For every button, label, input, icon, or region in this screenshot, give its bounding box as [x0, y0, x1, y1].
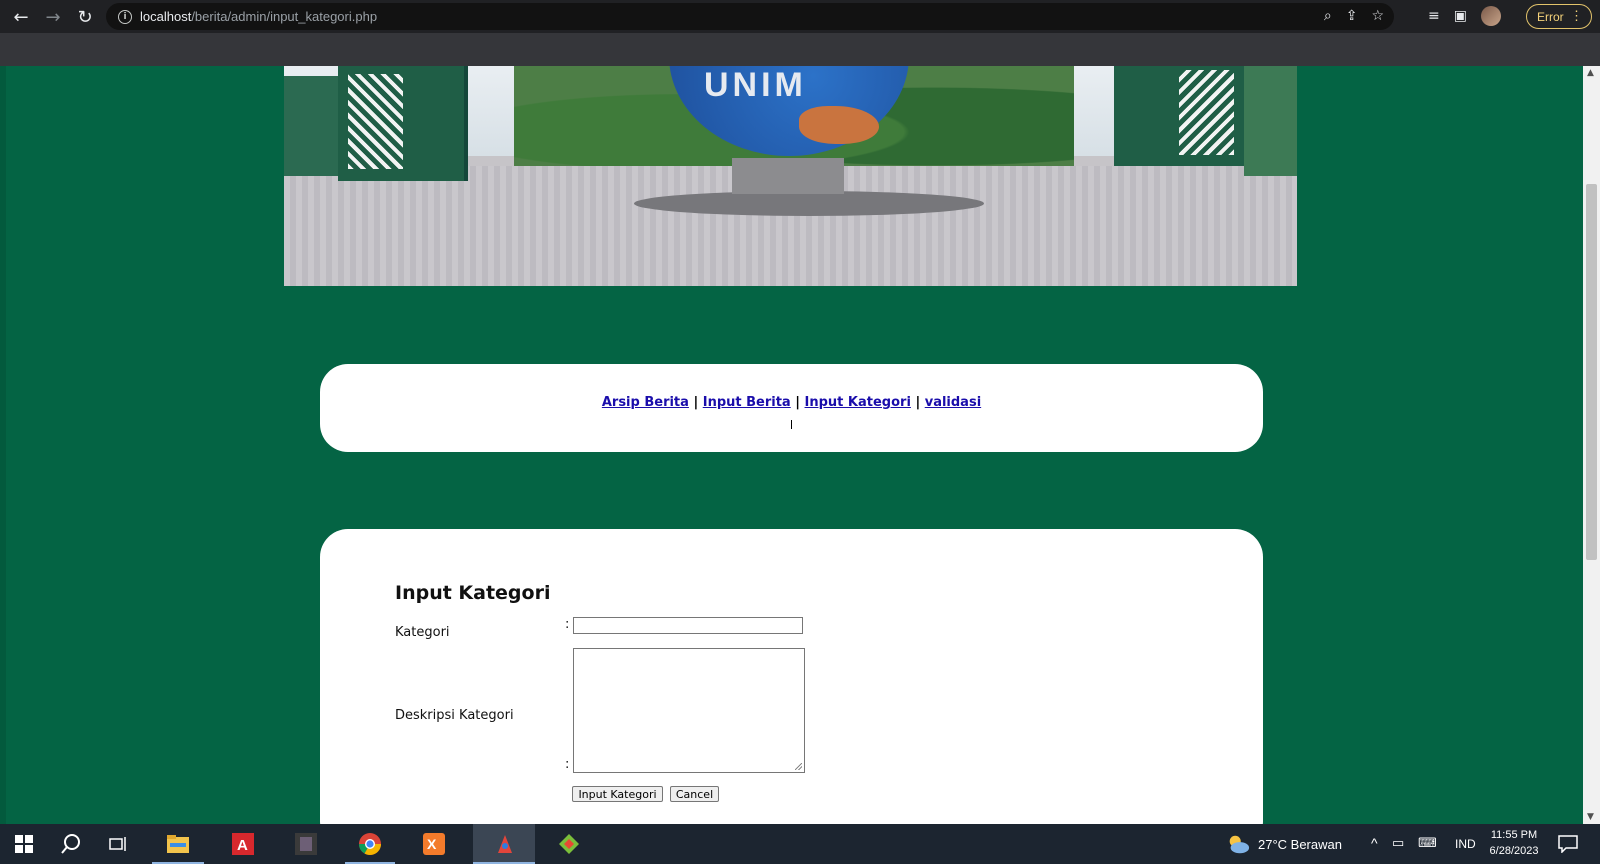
navigation-panel: Arsip Berita | Input Berita | Input Kate…: [320, 364, 1263, 452]
nav-link-input-kategori[interactable]: Input Kategori: [805, 395, 911, 410]
nav-link-validasi[interactable]: validasi: [925, 395, 981, 410]
chrome-icon[interactable]: [358, 832, 382, 856]
design-app-icon[interactable]: [493, 832, 517, 856]
address-bar[interactable]: i localhost/berita/admin/input_kategori.…: [106, 3, 1394, 30]
windows-taskbar: A X 27°C Berawan ^ ▭ ⌨ IND 11:55 PM 6/28…: [0, 824, 1600, 864]
kategori-label: Kategori: [395, 625, 450, 640]
reading-list-icon[interactable]: ≡: [1428, 8, 1440, 24]
bookmarks-bar: [0, 33, 1600, 66]
nav-separator: |: [915, 395, 921, 410]
share-icon[interactable]: ⇪: [1346, 8, 1358, 24]
acrobat-icon[interactable]: A: [231, 832, 255, 856]
xampp-icon[interactable]: X: [422, 832, 446, 856]
menu-dots-icon: ⋮: [1570, 8, 1583, 23]
site-info-icon[interactable]: i: [118, 9, 132, 24]
profile-error-label: Error: [1537, 9, 1564, 24]
keyboard-icon[interactable]: ⌨: [1418, 835, 1437, 851]
game-app-icon[interactable]: [294, 832, 318, 856]
scroll-thumb[interactable]: [1586, 184, 1597, 560]
battery-icon[interactable]: ▭: [1392, 835, 1404, 851]
search-icon[interactable]: [59, 832, 83, 856]
scroll-up-arrow-icon[interactable]: ▲: [1587, 68, 1594, 78]
url-path: /berita/admin/input_kategori.php: [191, 9, 378, 24]
windows-start-icon[interactable]: [12, 832, 36, 856]
clock-date[interactable]: 6/28/2023: [1484, 845, 1544, 857]
forward-arrow-icon[interactable]: →: [38, 2, 68, 32]
input-kategori-button[interactable]: Input Kategori: [572, 786, 663, 802]
nav-separator: |: [693, 395, 699, 410]
git-app-icon[interactable]: [557, 832, 581, 856]
file-explorer-icon[interactable]: [166, 832, 190, 856]
header-banner-image: UNIM: [284, 66, 1297, 286]
clock-time[interactable]: 11:55 PM: [1484, 829, 1544, 841]
kategori-colon: :: [565, 617, 570, 632]
svg-text:A: A: [237, 837, 248, 854]
nav-links: Arsip Berita | Input Berita | Input Kate…: [320, 395, 1263, 410]
deskripsi-label: Deskripsi Kategori: [395, 708, 514, 723]
cancel-button[interactable]: Cancel: [670, 786, 719, 802]
form-title: Input Kategori: [395, 582, 551, 604]
left-gate-pillar: [338, 66, 468, 181]
weather-text[interactable]: 27°C Berawan: [1258, 837, 1342, 852]
vertical-scrollbar[interactable]: ▲ ▼: [1583, 66, 1600, 824]
browser-toolbar: ← → ↻ i localhost/berita/admin/input_kat…: [0, 0, 1600, 33]
back-arrow-icon[interactable]: ←: [6, 2, 36, 32]
form-panel: Input Kategori Kategori : Deskripsi Kate…: [320, 529, 1263, 824]
avatar[interactable]: [1480, 6, 1501, 26]
svg-text:X: X: [427, 836, 437, 852]
notification-icon[interactable]: [1556, 832, 1580, 856]
left-edge: [0, 66, 6, 824]
weather-cloud-icon[interactable]: [1226, 832, 1250, 856]
zoom-icon[interactable]: ⌕: [1324, 8, 1332, 24]
bookmark-star-icon[interactable]: ☆: [1371, 8, 1384, 24]
tray-chevron-icon[interactable]: ^: [1371, 835, 1378, 851]
url-host: localhost: [140, 9, 192, 24]
nav-separator: |: [795, 395, 800, 410]
kategori-input[interactable]: [573, 617, 803, 634]
text-cursor-mark: [791, 420, 792, 429]
nav-link-input-berita[interactable]: Input Berita: [703, 395, 791, 410]
task-view-icon[interactable]: [107, 832, 131, 856]
page-viewport: UNIM Arsip Berita | Input Berita | Input…: [0, 66, 1583, 824]
side-panel-icon[interactable]: ▣: [1454, 8, 1467, 24]
scroll-down-arrow-icon[interactable]: ▼: [1587, 812, 1594, 822]
deskripsi-colon: :: [565, 757, 570, 772]
reload-icon[interactable]: ↻: [70, 2, 100, 32]
globe-text: UNIM: [704, 66, 807, 104]
resize-grip-icon[interactable]: [795, 763, 802, 770]
language-indicator[interactable]: IND: [1455, 837, 1476, 851]
deskripsi-textarea[interactable]: [573, 648, 805, 773]
nav-link-arsip-berita[interactable]: Arsip Berita: [602, 395, 689, 410]
profile-error-button[interactable]: Error ⋮: [1526, 4, 1592, 29]
right-gate-pillar: [1114, 66, 1244, 166]
